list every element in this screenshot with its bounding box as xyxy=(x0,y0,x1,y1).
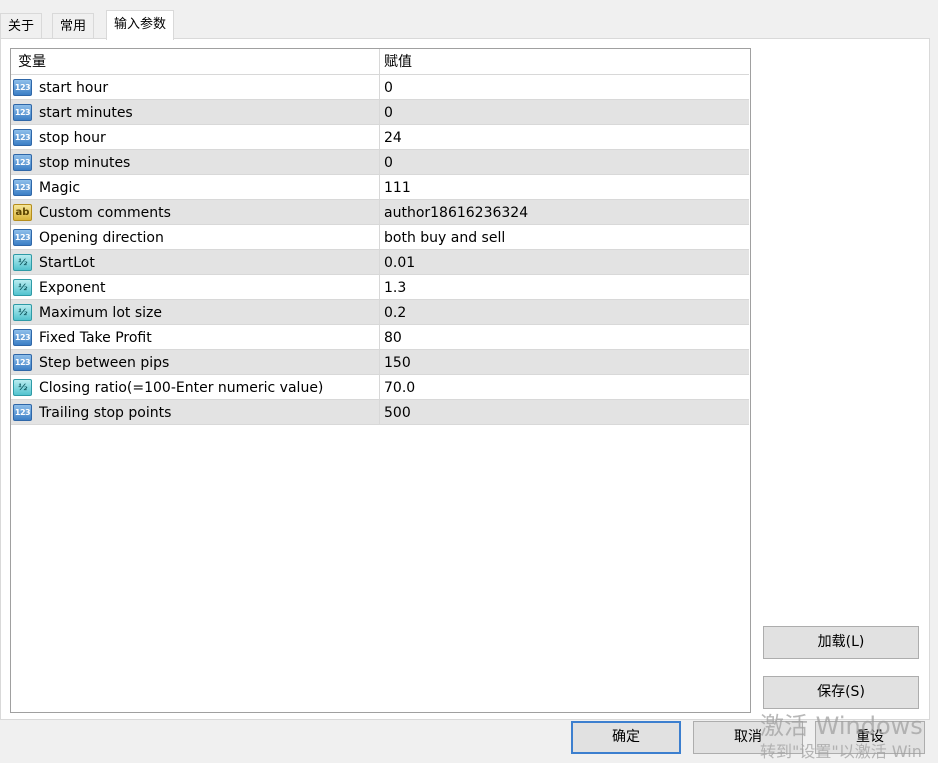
parameter-name: Closing ratio(=100-Enter numeric value) xyxy=(39,380,324,396)
tab-bar: 关于 常用 输入参数 xyxy=(0,0,938,40)
column-divider xyxy=(379,200,380,225)
column-divider xyxy=(379,100,380,125)
parameter-name: Step between pips xyxy=(39,355,170,371)
table-row[interactable]: 123 Opening direction both buy and sell xyxy=(11,225,749,250)
column-divider xyxy=(379,250,380,275)
int-type-icon: 123 xyxy=(13,229,32,246)
table-row[interactable]: 123 start minutes 0 xyxy=(11,100,749,125)
parameter-name: Exponent xyxy=(39,280,106,296)
string-type-icon: ab xyxy=(13,204,32,221)
table-row[interactable]: ½ Exponent 1.3 xyxy=(11,275,749,300)
column-divider xyxy=(379,75,380,100)
table-row[interactable]: 123 start hour 0 xyxy=(11,75,749,100)
parameter-value[interactable]: 80 xyxy=(384,325,744,350)
parameters-table: 变量 赋值 123 start hour 0 123 start minutes 0 123… xyxy=(10,48,751,713)
column-divider xyxy=(379,400,380,425)
parameter-value[interactable]: 111 xyxy=(384,175,744,200)
parameter-name: stop minutes xyxy=(39,155,131,171)
table-row[interactable]: 123 stop minutes 0 xyxy=(11,150,749,175)
ok-button[interactable]: 确定 xyxy=(571,721,681,754)
table-header: 变量 赋值 xyxy=(11,49,749,75)
parameter-name: start minutes xyxy=(39,105,133,121)
int-type-icon: 123 xyxy=(13,329,32,346)
tab-about[interactable]: 关于 xyxy=(0,13,43,38)
double-type-icon: ½ xyxy=(13,304,32,321)
int-type-icon: 123 xyxy=(13,129,32,146)
column-divider xyxy=(379,375,380,400)
parameter-name: Trailing stop points xyxy=(39,405,172,421)
tab-common[interactable]: 常用 xyxy=(52,13,95,38)
tab-input-parameters[interactable]: 输入参数 xyxy=(106,10,175,40)
column-divider xyxy=(379,325,380,350)
parameter-name: stop hour xyxy=(39,130,106,146)
column-divider xyxy=(379,175,380,200)
double-type-icon: ½ xyxy=(13,379,32,396)
parameter-name: Custom comments xyxy=(39,205,171,221)
table-row[interactable]: 123 stop hour 24 xyxy=(11,125,749,150)
parameter-name: start hour xyxy=(39,80,109,96)
column-divider xyxy=(379,150,380,175)
parameter-value[interactable]: 150 xyxy=(384,350,744,375)
table-row[interactable]: ½ Closing ratio(=100-Enter numeric value)… xyxy=(11,375,749,400)
cancel-button[interactable]: 取消 xyxy=(693,721,803,754)
parameter-value[interactable]: 24 xyxy=(384,125,744,150)
save-button[interactable]: 保存(S) xyxy=(763,676,919,709)
table-row[interactable]: ½ Maximum lot size 0.2 xyxy=(11,300,749,325)
parameter-name: Opening direction xyxy=(39,230,164,246)
table-row[interactable]: 123 Trailing stop points 500 xyxy=(11,400,749,425)
int-type-icon: 123 xyxy=(13,104,32,121)
table-row[interactable]: ab Custom comments author18616236324 xyxy=(11,200,749,225)
column-divider xyxy=(379,275,380,300)
parameter-value[interactable]: 1.3 xyxy=(384,275,744,300)
header-value: 赋值 xyxy=(384,54,412,70)
table-row[interactable]: 123 Step between pips 150 xyxy=(11,350,749,375)
parameter-value[interactable]: author18616236324 xyxy=(384,200,744,225)
load-button[interactable]: 加载(L) xyxy=(763,626,919,659)
column-divider xyxy=(379,300,380,325)
column-divider[interactable] xyxy=(379,49,380,75)
parameter-value[interactable]: 70.0 xyxy=(384,375,744,400)
column-divider xyxy=(379,225,380,250)
parameter-name: StartLot xyxy=(39,255,95,271)
parameter-value[interactable]: 0 xyxy=(384,100,744,125)
double-type-icon: ½ xyxy=(13,254,32,271)
window-edge xyxy=(930,0,938,763)
double-type-icon: ½ xyxy=(13,279,32,296)
parameter-value[interactable]: 0.2 xyxy=(384,300,744,325)
table-row[interactable]: 123 Fixed Take Profit 80 xyxy=(11,325,749,350)
parameter-name: Magic xyxy=(39,180,81,196)
column-divider xyxy=(379,350,380,375)
reset-button[interactable]: 重设 xyxy=(815,721,925,754)
column-divider xyxy=(379,125,380,150)
parameter-value[interactable]: 500 xyxy=(384,400,744,425)
int-type-icon: 123 xyxy=(13,404,32,421)
parameter-name: Fixed Take Profit xyxy=(39,330,152,346)
parameter-value[interactable]: 0.01 xyxy=(384,250,744,275)
parameter-value[interactable]: 0 xyxy=(384,75,744,100)
table-row[interactable]: ½ StartLot 0.01 xyxy=(11,250,749,275)
int-type-icon: 123 xyxy=(13,179,32,196)
row-divider xyxy=(11,424,749,425)
parameter-value[interactable]: both buy and sell xyxy=(384,225,744,250)
parameter-value[interactable]: 0 xyxy=(384,150,744,175)
int-type-icon: 123 xyxy=(13,79,32,96)
table-row[interactable]: 123 Magic 111 xyxy=(11,175,749,200)
int-type-icon: 123 xyxy=(13,354,32,371)
int-type-icon: 123 xyxy=(13,154,32,171)
parameter-name: Maximum lot size xyxy=(39,305,162,321)
header-variable: 变量 xyxy=(18,54,46,70)
